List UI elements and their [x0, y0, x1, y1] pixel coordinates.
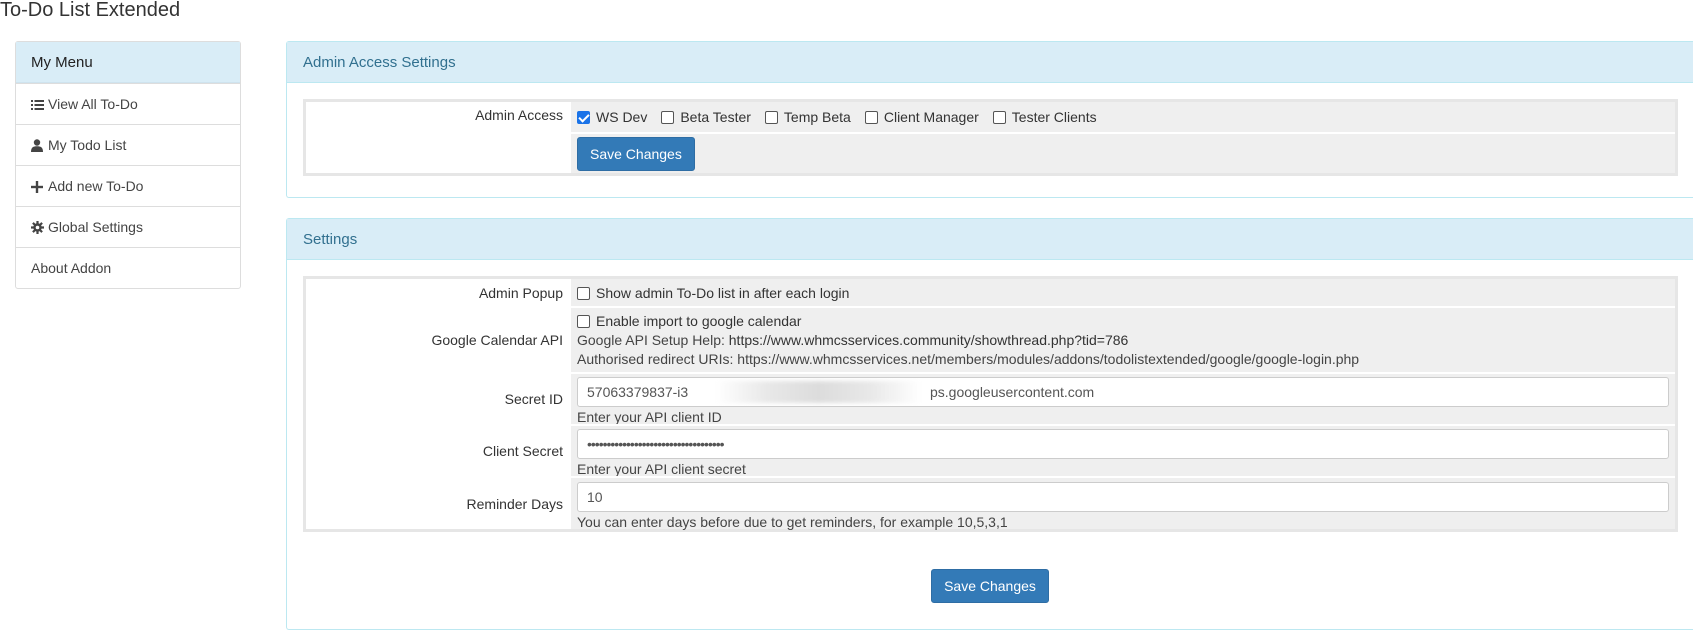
menu-item-my-todo-list[interactable]: My Todo List — [16, 124, 240, 165]
checkbox-label: Client Manager — [883, 109, 979, 125]
user-icon — [31, 139, 45, 152]
checkbox-label: Enable import to google calendar — [596, 313, 802, 329]
secret-id-value-start: 57063379837-i3 — [587, 384, 689, 400]
checkbox-box[interactable] — [577, 286, 590, 300]
checkbox-checked-icon[interactable] — [577, 111, 590, 124]
checkbox-tester-clients[interactable]: Tester Clients — [992, 109, 1097, 125]
menu-item-about-addon[interactable]: About Addon — [16, 247, 240, 288]
settings-panel: Settings Admin Popup Show admin To-Do li… — [286, 218, 1693, 630]
admin-access-label: Admin Access — [306, 102, 571, 132]
checkbox-temp-beta[interactable]: Temp Beta — [764, 109, 851, 125]
menu-heading: My Menu — [16, 42, 240, 83]
checkbox-ws-dev[interactable]: WS Dev — [577, 109, 647, 125]
redirect-uri-prefix: Authorised redirect URIs: — [577, 351, 738, 367]
checkbox-beta-tester[interactable]: Beta Tester — [661, 109, 751, 125]
menu-item-label: View All To-Do — [48, 96, 138, 112]
admin-access-form: Admin Access WS Dev Beta Tester Temp Bet… — [303, 99, 1678, 176]
checkbox-label: Show admin To-Do list in after each logi… — [596, 284, 850, 301]
plus-icon — [31, 181, 45, 193]
list-icon — [31, 99, 45, 111]
client-secret-input[interactable]: ••••••••••••••••••••••••••••••••••• — [577, 429, 1669, 459]
secret-id-input[interactable]: 57063379837-i3 ps.googleusercontent.com — [577, 377, 1669, 407]
google-help-prefix: Google API Setup Help: — [577, 332, 729, 348]
google-help-link[interactable]: https://www.whmcsservices.community/show… — [729, 332, 1129, 348]
redacted-blur — [716, 381, 921, 403]
checkbox-box[interactable] — [661, 111, 675, 124]
admin-access-panel: Admin Access Settings Admin Access WS De… — [286, 41, 1693, 198]
menu-item-label: Global Settings — [48, 219, 143, 235]
menu-item-label: Add new To-Do — [48, 178, 144, 194]
menu-item-label: About Addon — [31, 260, 112, 276]
secret-id-label: Secret ID — [306, 374, 571, 424]
checkbox-box[interactable] — [992, 111, 1006, 124]
checkbox-box[interactable] — [577, 315, 590, 328]
reminder-days-input[interactable]: 10 — [577, 482, 1669, 512]
page-title: To-Do List Extended — [0, 0, 181, 21]
settings-panel-title: Settings — [287, 219, 1693, 260]
menu-item-view-all-todo[interactable]: View All To-Do — [16, 83, 240, 124]
menu-item-label: My Todo List — [48, 137, 127, 153]
menu-item-add-new-todo[interactable]: Add new To-Do — [16, 165, 240, 206]
checkbox-label: Temp Beta — [783, 109, 851, 125]
admin-popup-checkbox[interactable]: Show admin To-Do list in after each logi… — [577, 285, 849, 301]
admin-access-options: WS Dev Beta Tester Temp Beta Client Mana… — [571, 102, 1675, 132]
settings-form: Admin Popup Show admin To-Do list in aft… — [303, 276, 1678, 532]
secret-id-value-end: ps.googleusercontent.com — [930, 384, 1095, 400]
checkbox-client-manager[interactable]: Client Manager — [864, 109, 979, 125]
gear-icon — [31, 221, 45, 234]
reminder-days-label: Reminder Days — [306, 478, 571, 529]
redirect-uri-value: https://www.whmcsservices.net/members/mo… — [737, 351, 1360, 367]
settings-save-button[interactable]: Save Changes — [931, 569, 1049, 603]
checkbox-box[interactable] — [764, 111, 778, 124]
admin-access-panel-title: Admin Access Settings — [287, 42, 1693, 83]
google-calendar-label: Google Calendar API — [306, 308, 571, 372]
checkbox-label: WS Dev — [596, 109, 648, 125]
checkbox-label: Tester Clients — [1011, 109, 1097, 125]
admin-access-save-button[interactable]: Save Changes — [577, 136, 695, 171]
menu-item-global-settings[interactable]: Global Settings — [16, 206, 240, 247]
google-calendar-checkbox[interactable]: Enable import to google calendar — [577, 312, 801, 331]
sidebar-menu: My Menu View All To-Do My Todo List Add … — [15, 41, 241, 289]
checkbox-box[interactable] — [864, 111, 878, 124]
client-secret-label: Client Secret — [306, 426, 571, 476]
reminder-days-help: You can enter days before due to get rem… — [577, 514, 1008, 530]
checkbox-label: Beta Tester — [680, 109, 751, 125]
admin-popup-label: Admin Popup — [306, 279, 571, 306]
